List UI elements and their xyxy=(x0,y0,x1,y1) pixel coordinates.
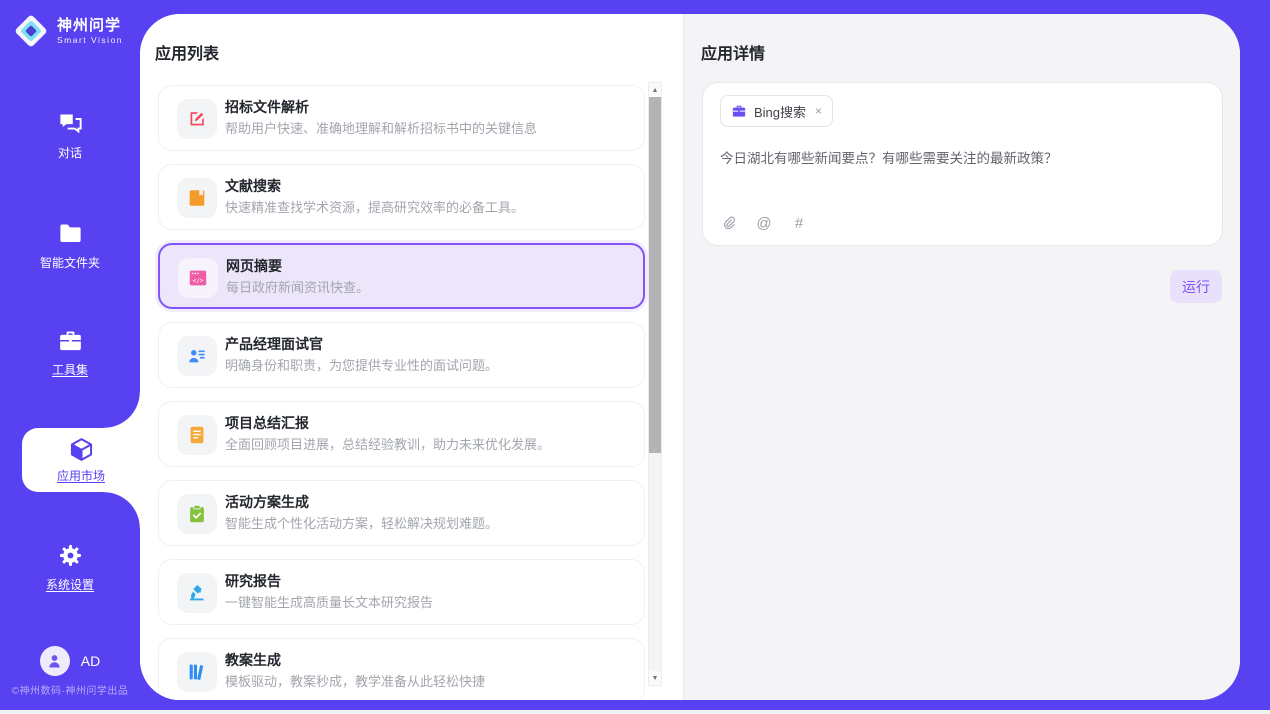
app-name: 活动方案生成 xyxy=(225,492,309,512)
app-description: 一键智能生成高质量长文本研究报告 xyxy=(225,592,630,611)
sidebar-item-label: 对话 xyxy=(58,144,82,161)
app-card[interactable]: 文献搜索快速精准查找学术资源，提高研究效率的必备工具。 xyxy=(158,164,645,230)
app-card[interactable]: 招标文件解析帮助用户快速、准确地理解和解析招标书中的关键信息 xyxy=(158,85,645,151)
app-name: 教案生成 xyxy=(225,650,281,670)
app-name: 招标文件解析 xyxy=(225,97,309,117)
app-card[interactable]: 教案生成模板驱动，教案秒成，教学准备从此轻松快捷 xyxy=(158,638,645,700)
app-description: 每日政府新闻资讯快查。 xyxy=(226,277,631,296)
app-detail-title: 应用详情 xyxy=(701,40,765,64)
sidebar-item-smart-folder[interactable]: 智能文件夹 xyxy=(0,220,140,271)
sidebar-item-label: 智能文件夹 xyxy=(40,254,100,271)
books-icon xyxy=(177,652,217,692)
app-description: 明确身份和职责，为您提供专业性的面试问题。 xyxy=(225,355,630,374)
app-card[interactable]: 活动方案生成智能生成个性化活动方案，轻松解决规划难题。 xyxy=(158,480,645,546)
prompt-card: Bing搜索 × 今日湖北有哪些新闻要点？有哪些需要关注的最新政策？ @# xyxy=(702,82,1223,246)
app-name: 项目总结汇报 xyxy=(225,413,309,433)
app-description: 快速精准查找学术资源，提高研究效率的必备工具。 xyxy=(225,197,630,216)
close-icon[interactable]: × xyxy=(815,104,822,118)
app-name: 研究报告 xyxy=(225,571,281,591)
toolbox-icon xyxy=(57,327,84,354)
svg-text:</>: </> xyxy=(193,277,204,284)
app-description: 全面回顾项目进展，总结经验教训，助力未来优化发展。 xyxy=(225,434,630,453)
app-list-title: 应用列表 xyxy=(155,40,219,64)
scrollbar-thumb[interactable] xyxy=(649,97,661,453)
sidebar: 神州问学 Smart Vision 对话智能文件夹工具集应用市场系统设置 AD … xyxy=(0,0,140,710)
tool-chip-bing-search[interactable]: Bing搜索 × xyxy=(720,95,833,127)
composer-toolbar: @# xyxy=(720,214,808,232)
app-name: 文献搜索 xyxy=(225,176,281,196)
hash-icon[interactable]: # xyxy=(790,214,808,232)
app-card[interactable]: 研究报告一键智能生成高质量长文本研究报告 xyxy=(158,559,645,625)
edit-document-icon xyxy=(177,99,217,139)
sidebar-item-toolkit[interactable]: 工具集 xyxy=(0,327,140,378)
app-card[interactable]: </> 网页摘要每日政府新闻资讯快查。 xyxy=(158,243,645,309)
microscope-icon xyxy=(177,573,217,613)
avatar xyxy=(40,646,70,676)
app-description: 模板驱动，教案秒成，教学准备从此轻松快捷 xyxy=(225,671,630,690)
sidebar-nav: 对话智能文件夹工具集应用市场系统设置 xyxy=(0,0,140,710)
sidebar-item-label: 系统设置 xyxy=(46,576,94,593)
chat-icon xyxy=(57,110,84,137)
user-account[interactable]: AD xyxy=(0,646,140,676)
app-card[interactable]: 项目总结汇报全面回顾项目进展，总结经验教训，助力未来优化发展。 xyxy=(158,401,645,467)
run-button[interactable]: 运行 xyxy=(1170,270,1222,303)
query-text[interactable]: 今日湖北有哪些新闻要点？有哪些需要关注的最新政策？ xyxy=(720,149,1207,169)
user-name: AD xyxy=(81,653,100,669)
scroll-down-button[interactable]: ▼ xyxy=(649,671,661,685)
app-list: 招标文件解析帮助用户快速、准确地理解和解析招标书中的关键信息文献搜索快速精准查找… xyxy=(158,85,645,700)
browser-code-icon: </> xyxy=(178,258,218,298)
gear-icon xyxy=(57,542,84,569)
tool-chip-label: Bing搜索 xyxy=(754,102,806,121)
sidebar-item-label: 应用市场 xyxy=(57,467,105,484)
book-icon xyxy=(177,178,217,218)
sidebar-item-settings[interactable]: 系统设置 xyxy=(0,542,140,593)
sidebar-item-label: 工具集 xyxy=(52,361,88,378)
folder-icon xyxy=(57,220,84,247)
scroll-up-button[interactable]: ▲ xyxy=(649,83,661,97)
paperclip-icon[interactable] xyxy=(720,214,738,232)
app-name: 网页摘要 xyxy=(226,256,282,276)
clipboard-check-icon xyxy=(177,494,217,534)
copyright-footer: ©神州数码·神州问学出品 xyxy=(0,682,140,697)
app-list-panel: 应用列表 招标文件解析帮助用户快速、准确地理解和解析招标书中的关键信息文献搜索快… xyxy=(140,14,683,700)
scrollbar[interactable]: ▲ ▼ xyxy=(648,82,662,686)
app-description: 智能生成个性化活动方案，轻松解决规划难题。 xyxy=(225,513,630,532)
app-window: 神州问学 Smart Vision 对话智能文件夹工具集应用市场系统设置 AD … xyxy=(0,0,1270,714)
main-content: 应用列表 招标文件解析帮助用户快速、准确地理解和解析招标书中的关键信息文献搜索快… xyxy=(140,14,1240,700)
interviewer-icon xyxy=(177,336,217,376)
cube-icon xyxy=(68,436,95,463)
app-name: 产品经理面试官 xyxy=(225,334,323,354)
at-icon[interactable]: @ xyxy=(755,214,773,232)
sidebar-item-chat[interactable]: 对话 xyxy=(0,110,140,161)
app-card[interactable]: 产品经理面试官明确身份和职责，为您提供专业性的面试问题。 xyxy=(158,322,645,388)
app-description: 帮助用户快速、准确地理解和解析招标书中的关键信息 xyxy=(225,118,630,137)
report-note-icon xyxy=(177,415,217,455)
app-detail-panel: 应用详情 Bing搜索 × 今日湖北有哪些新闻要点？有哪些需要关注的最新政策？ … xyxy=(683,14,1240,700)
briefcase-icon xyxy=(731,103,747,119)
sidebar-item-app-market[interactable]: 应用市场 xyxy=(22,428,140,492)
